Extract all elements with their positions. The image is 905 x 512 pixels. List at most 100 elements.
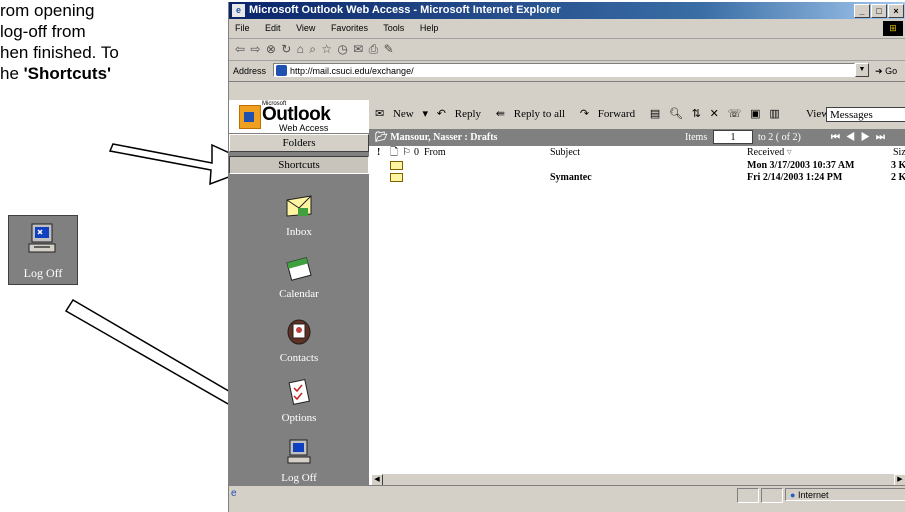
importance-column-icon[interactable]: ! xyxy=(377,146,380,160)
menu-edit[interactable]: Edit xyxy=(265,23,281,33)
shortcut-contacts[interactable]: Contacts xyxy=(229,316,369,364)
page-icon xyxy=(276,65,287,76)
folder-icon: 📂︎ xyxy=(375,132,388,143)
message-row[interactable]: Symantec Fri 2/14/2003 1:24 PM 2 KB xyxy=(369,172,905,184)
next-page-icon[interactable]: ▶ xyxy=(861,132,876,143)
edit-icon[interactable]: ✎ xyxy=(384,42,395,56)
options-icon xyxy=(288,378,310,405)
menu-bar: File Edit View Favorites Tools Help ⊞ xyxy=(229,19,905,39)
zone-label: Internet xyxy=(797,490,829,500)
owa-sidebar: Microsoft Outlook Web Access Folders Sho… xyxy=(229,100,370,485)
reply-all-button[interactable]: ⇚ Reply to all xyxy=(496,108,571,120)
sort-descending-icon: ▿ xyxy=(786,147,792,158)
rules-icon[interactable]: ▣ xyxy=(750,108,760,120)
shortcut-options[interactable]: Options xyxy=(229,376,369,424)
go-button[interactable]: ➜ Go xyxy=(875,61,897,81)
go-arrow-icon: ➜ xyxy=(875,66,883,76)
folder-bar: 📂︎ Mansour, Nasser : Drafts Items 1 to 2… xyxy=(369,129,905,146)
inbox-icon xyxy=(286,195,312,217)
go-label: Go xyxy=(885,66,898,76)
calendar-icon xyxy=(286,257,312,281)
reply-all-label: Reply to all xyxy=(513,108,566,120)
address-input[interactable]: http://mail.csuci.edu/exchange/ xyxy=(273,63,855,77)
home-icon[interactable]: ⌂ xyxy=(297,42,305,56)
items-label: Items xyxy=(685,132,708,143)
find-icon[interactable]: 🔍︎ xyxy=(669,108,683,120)
address-book-icon[interactable]: ☏ xyxy=(728,108,742,120)
page-range: to 2 ( of 2) xyxy=(758,132,801,143)
address-url: http://mail.csuci.edu/exchange/ xyxy=(290,66,414,76)
shortcut-label: Calendar xyxy=(279,288,319,300)
menu-tools[interactable]: Tools xyxy=(383,23,404,33)
from-column[interactable]: From xyxy=(424,146,446,160)
page-navigation: ⏮◀▶⏭ xyxy=(831,129,891,146)
shortcut-label: Contacts xyxy=(279,352,319,364)
view-select[interactable]: Messages xyxy=(826,107,905,122)
shortcut-label: Inbox xyxy=(286,226,312,238)
forward-icon[interactable]: ⇨ xyxy=(250,42,261,56)
subject-column[interactable]: Subject xyxy=(550,146,580,160)
delete-icon[interactable]: ✕ xyxy=(710,108,719,120)
mail-icon[interactable]: ✉ xyxy=(353,42,364,56)
shortcut-inbox[interactable]: Inbox xyxy=(229,192,369,238)
address-bar: Address http://mail.csuci.edu/exchange/ … xyxy=(229,61,905,82)
reply-all-icon: ⇚ xyxy=(495,108,505,120)
message-size: 2 KB xyxy=(891,172,905,183)
search-icon[interactable]: ⌕ xyxy=(309,42,317,56)
message-received: Fri 2/14/2003 1:24 PM xyxy=(747,172,843,183)
logoff-icon xyxy=(287,439,311,464)
reply-button[interactable]: ↶ Reply xyxy=(437,108,487,120)
menu-file[interactable]: File xyxy=(235,23,250,33)
minimize-button[interactable]: _ xyxy=(854,4,870,18)
flag-column-icon[interactable]: ⚐ xyxy=(402,146,411,160)
folder-title: Mansour, Nasser : Drafts xyxy=(390,132,498,143)
new-button[interactable]: ✉ New ▾ xyxy=(375,108,428,120)
shortcuts-button[interactable]: Shortcuts xyxy=(229,156,369,174)
forward-message-icon: ↷ xyxy=(579,108,590,120)
ie-icon: e xyxy=(232,4,245,17)
menu-view[interactable]: View xyxy=(296,23,315,33)
move-icon[interactable]: ▤ xyxy=(650,108,660,120)
page-input[interactable]: 1 xyxy=(713,130,753,144)
message-row[interactable]: Mon 3/17/2003 10:37 AM 3 KB xyxy=(369,160,905,172)
column-header: ! 🗋︎ ⚐ 0 From Subject Received ▿ Size xyxy=(369,146,905,160)
print-icon[interactable]: ⎙ xyxy=(369,42,380,56)
maximize-button[interactable]: □ xyxy=(871,4,887,18)
ie-window: e Microsoft Outlook Web Access - Microso… xyxy=(228,2,905,512)
shortcut-logoff[interactable]: Log Off xyxy=(229,438,369,484)
prev-page-icon[interactable]: ◀ xyxy=(846,132,861,143)
stop-icon[interactable]: ⊗ xyxy=(266,42,277,56)
received-label: Received xyxy=(747,147,785,158)
received-column[interactable]: Received ▿ xyxy=(747,146,792,160)
back-icon[interactable]: ⇦ xyxy=(235,42,246,56)
reply-label: Reply xyxy=(454,108,482,120)
menu-help[interactable]: Help xyxy=(420,23,439,33)
owa-app: Microsoft Outlook Web Access Folders Sho… xyxy=(229,100,905,485)
address-dropdown-icon[interactable]: ▼ xyxy=(855,63,869,77)
size-column[interactable]: Size xyxy=(893,146,905,160)
shortcut-calendar[interactable]: Calendar xyxy=(229,254,369,300)
first-page-icon[interactable]: ⏮ xyxy=(831,132,846,143)
folders-button[interactable]: Folders xyxy=(229,134,369,152)
refresh-icon[interactable]: ↻ xyxy=(281,42,292,56)
history-icon[interactable]: ◷ xyxy=(337,42,348,56)
outlook-brand: Microsoft Outlook Web Access xyxy=(229,100,370,133)
forward-button[interactable]: ↷ Forward xyxy=(580,108,641,120)
new-message-icon: ✉ xyxy=(375,108,385,120)
menu-favorites[interactable]: Favorites xyxy=(331,23,368,33)
attachment-column-icon[interactable]: 0 xyxy=(414,146,419,160)
new-label: New xyxy=(392,108,414,120)
close-button[interactable]: × xyxy=(888,4,904,18)
message-received: Mon 3/17/2003 10:37 AM xyxy=(747,160,855,171)
brand-web-access: Web Access xyxy=(279,123,329,133)
ie-status-icon: e xyxy=(231,488,237,499)
favorites-icon[interactable]: ☆ xyxy=(321,42,333,56)
type-column-icon[interactable]: 🗋︎ xyxy=(390,146,398,160)
check-mail-icon[interactable]: ⇅ xyxy=(692,108,701,120)
envelope-icon xyxy=(390,172,403,184)
standard-toolbar: ⇦ ⇨ ⊗ ↻ ⌂ ⌕ ☆ ◷ ✉ ⎙ ✎ xyxy=(229,39,905,61)
last-page-icon[interactable]: ⏭ xyxy=(876,132,891,143)
help-icon[interactable]: ▥ xyxy=(769,108,779,120)
owa-main: ✉ New ▾ ↶ Reply ⇚ Reply to all ↷ Forward… xyxy=(369,100,905,485)
envelope-icon xyxy=(390,160,403,172)
